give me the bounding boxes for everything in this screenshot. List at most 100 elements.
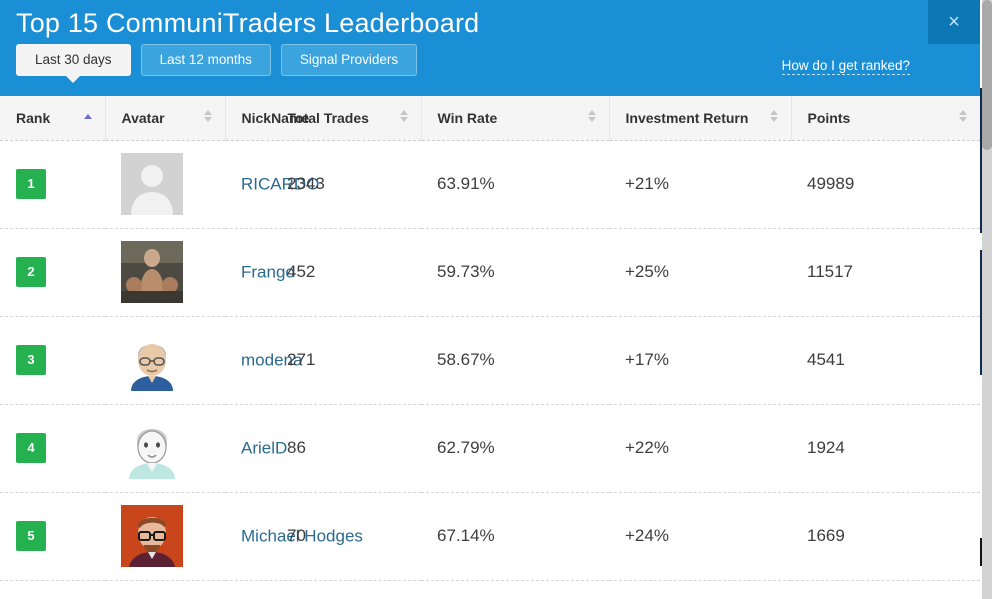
sort-ascending-icon[interactable] xyxy=(83,113,93,122)
page-title: Top 15 CommuniTraders Leaderboard xyxy=(16,8,480,38)
cell-avatar xyxy=(105,316,225,405)
status-badge: 3 xyxy=(16,345,46,375)
page-scrollbar-thumb[interactable] xyxy=(982,0,992,150)
sort-toggle-icon[interactable] xyxy=(399,109,409,126)
cell-points: 1924 xyxy=(791,404,980,493)
cell-points: 1669 xyxy=(791,492,980,581)
column-header-points-label: Points xyxy=(807,109,851,126)
table-row[interactable] xyxy=(0,580,980,599)
win-rate-value: 62.79% xyxy=(437,438,495,457)
table-header-row: Rank Avatar NickName Total Trades Win Ra… xyxy=(0,96,980,141)
total-trades-value: 271 xyxy=(287,350,316,369)
sort-toggle-icon[interactable] xyxy=(203,109,213,126)
nickname-link[interactable]: Frango xyxy=(241,259,391,285)
column-header-points[interactable]: Points xyxy=(791,96,980,141)
cell-rank xyxy=(0,580,105,599)
cell-rank: 2 xyxy=(0,228,105,317)
nickname-link[interactable]: ArielD xyxy=(241,435,391,461)
column-header-avatar[interactable]: Avatar xyxy=(105,96,226,141)
points-value: 1924 xyxy=(807,438,845,457)
table-body: 1 RICARDO 2343 63.91% +21% 49989 2 Frang… xyxy=(0,140,980,599)
tab-last-12-months[interactable]: Last 12 months xyxy=(140,44,271,76)
cell-nickname-and-total-trades: ArielD 86 xyxy=(225,404,421,493)
cell-win-rate xyxy=(421,580,609,599)
win-rate-value: 58.67% xyxy=(437,350,495,369)
column-header-avatar-label: Avatar xyxy=(121,109,165,126)
investment-return-value: +25% xyxy=(625,262,669,281)
cell-investment-return: +17% xyxy=(609,316,791,405)
nickname-link[interactable]: modena xyxy=(241,347,391,373)
cell-avatar xyxy=(105,580,225,599)
tab-signal-providers[interactable]: Signal Providers xyxy=(280,44,418,76)
how-do-i-get-ranked-link[interactable]: How do I get ranked? xyxy=(781,58,910,75)
total-trades-value: 70 xyxy=(287,526,306,545)
nickname-link[interactable]: Michael Hodges xyxy=(241,523,391,549)
table-row[interactable]: 1 RICARDO 2343 63.91% +21% 49989 xyxy=(0,140,980,229)
sort-toggle-icon[interactable] xyxy=(587,109,597,126)
cell-investment-return xyxy=(609,580,791,599)
cell-avatar xyxy=(105,492,225,581)
period-tabs: Last 30 days Last 12 months Signal Provi… xyxy=(16,44,418,83)
cell-nickname-and-total-trades: Michael Hodges 70 xyxy=(225,492,421,581)
avatar[interactable] xyxy=(121,329,183,391)
tab-last-30-days[interactable]: Last 30 days xyxy=(16,44,131,83)
column-header-rank-label: Rank xyxy=(16,109,51,126)
cell-nickname-and-total-trades: RICARDO 2343 xyxy=(225,140,421,229)
points-value: 4541 xyxy=(807,350,845,369)
table-row[interactable]: 3 modena 271 58.67% +17% 4541 xyxy=(0,316,980,405)
points-value: 1669 xyxy=(807,526,845,545)
cell-rank: 4 xyxy=(0,404,105,493)
cell-rank: 1 xyxy=(0,140,105,229)
modal-header: Top 15 CommuniTraders Leaderboard × Last… xyxy=(0,0,980,96)
total-trades-value: 86 xyxy=(287,438,306,457)
close-icon[interactable]: × xyxy=(928,0,980,44)
total-trades-value: 2343 xyxy=(287,174,325,193)
cell-investment-return: +22% xyxy=(609,404,791,493)
points-value: 49989 xyxy=(807,174,855,193)
status-badge: 1 xyxy=(16,169,46,199)
status-badge: 5 xyxy=(16,521,46,551)
win-rate-value: 67.14% xyxy=(437,526,495,545)
status-badge: 2 xyxy=(16,257,46,287)
table-row[interactable]: 5 Michael Hodges 70 67.14% +24% 1669 xyxy=(0,492,980,581)
cell-win-rate: 58.67% xyxy=(421,316,609,405)
sort-toggle-icon[interactable] xyxy=(959,109,968,126)
cell-points xyxy=(791,580,980,599)
cell-rank: 3 xyxy=(0,316,105,405)
cell-nickname-and-total-trades xyxy=(225,580,421,599)
column-header-rank[interactable]: Rank xyxy=(0,96,106,141)
investment-return-value: +17% xyxy=(625,350,669,369)
table-row[interactable]: 2 Frango 452 59.73% +25% 11517 xyxy=(0,228,980,317)
cell-avatar xyxy=(105,404,225,493)
table-header: Rank Avatar NickName Total Trades Win Ra… xyxy=(0,96,980,141)
column-header-nickname-and-total-trades[interactable]: NickName Total Trades xyxy=(225,96,422,141)
cell-win-rate: 62.79% xyxy=(421,404,609,493)
total-trades-value: 452 xyxy=(287,262,316,281)
column-header-win-rate[interactable]: Win Rate xyxy=(421,96,610,141)
cell-avatar xyxy=(105,228,225,317)
avatar[interactable] xyxy=(121,505,183,567)
column-header-investment-return-label: Investment Return xyxy=(625,109,749,126)
column-header-investment-return[interactable]: Investment Return xyxy=(609,96,792,141)
win-rate-value: 59.73% xyxy=(437,262,495,281)
cell-points: 4541 xyxy=(791,316,980,405)
cell-investment-return: +21% xyxy=(609,140,791,229)
avatar[interactable] xyxy=(121,417,183,479)
page-scrollbar-track[interactable] xyxy=(982,0,992,599)
column-header-win-rate-label: Win Rate xyxy=(437,109,498,126)
cell-points: 49989 xyxy=(791,140,980,229)
table-row[interactable]: 4 ArielD 86 62.79% +22% 1924 xyxy=(0,404,980,493)
cell-rank: 5 xyxy=(0,492,105,581)
investment-return-value: +24% xyxy=(625,526,669,545)
cell-investment-return: +24% xyxy=(609,492,791,581)
sort-toggle-icon[interactable] xyxy=(769,109,779,126)
investment-return-value: +22% xyxy=(625,438,669,457)
cell-nickname-and-total-trades: modena 271 xyxy=(225,316,421,405)
avatar[interactable] xyxy=(121,153,183,215)
leaderboard-table-container: Rank Avatar NickName Total Trades Win Ra… xyxy=(0,96,980,599)
status-badge: 4 xyxy=(16,433,46,463)
cell-nickname-and-total-trades: Frango 452 xyxy=(225,228,421,317)
avatar[interactable] xyxy=(121,241,183,303)
column-header-total-trades-label: Total Trades xyxy=(287,109,369,126)
cell-win-rate: 59.73% xyxy=(421,228,609,317)
